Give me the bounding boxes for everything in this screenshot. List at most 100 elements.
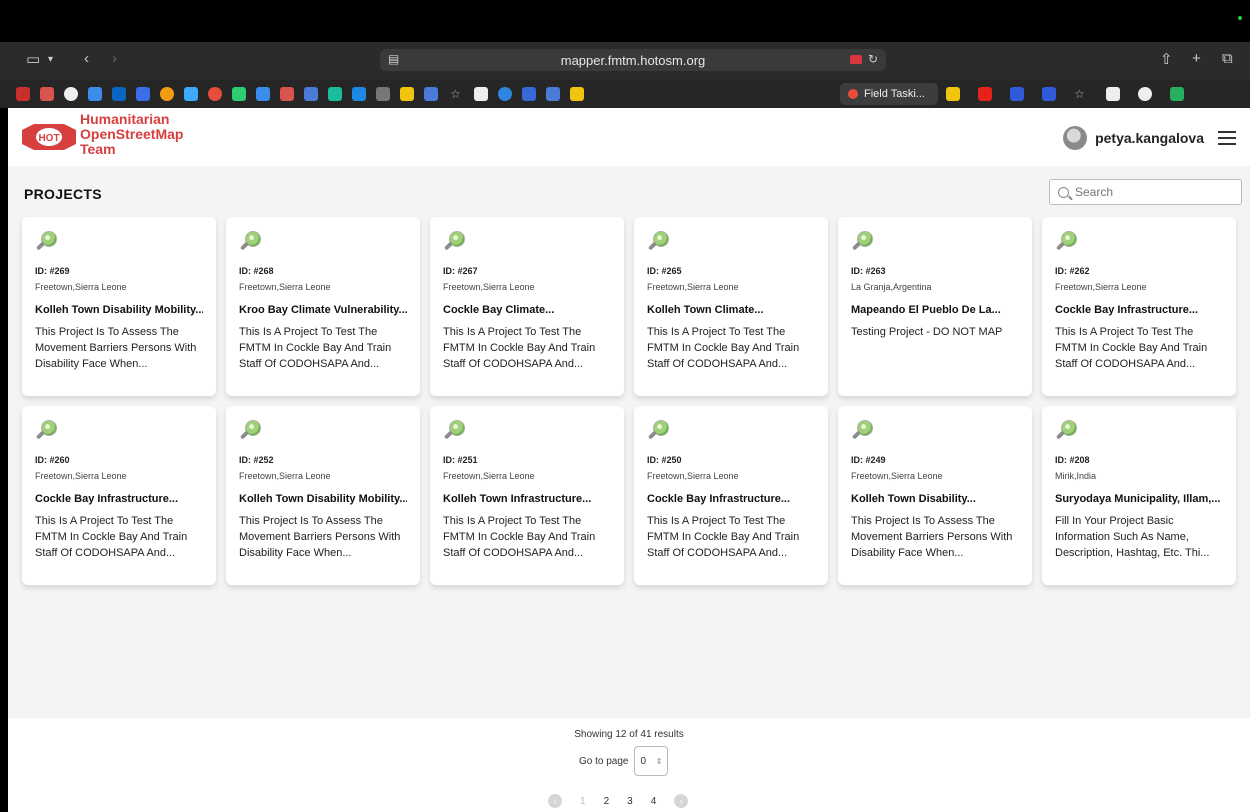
app-page: HOT Humanitarian OpenStreetMap Team pety… [8, 108, 1250, 812]
github-bookmark-icon[interactable] [64, 87, 78, 101]
project-card[interactable]: ID: #268 Freetown,Sierra Leone Kroo Bay Cl… [226, 217, 420, 396]
back-icon[interactable]: ‹ [84, 50, 89, 67]
username[interactable]: petya.kangalova [1095, 130, 1204, 146]
active-tab-label: Field Taski... [864, 88, 925, 100]
user-menu[interactable]: petya.kangalova [1063, 126, 1236, 150]
bookmark-icon[interactable] [40, 87, 54, 101]
goto-page-input[interactable]: 0 ⇕ [634, 746, 669, 776]
bookmark-icon[interactable] [232, 87, 246, 101]
page-number[interactable]: 1 [580, 796, 586, 807]
gmail-bookmark-icon[interactable] [16, 87, 30, 101]
hamburger-menu-icon[interactable] [1218, 131, 1236, 145]
project-card[interactable]: ID: #265 Freetown,Sierra Leone Kolleh Town… [634, 217, 828, 396]
status-dot [1238, 16, 1242, 20]
logo-line: OpenStreetMap [80, 126, 184, 142]
project-id: ID: #250 [647, 455, 682, 465]
docs-bookmark-icon[interactable] [424, 87, 438, 101]
project-description: This Is A Project To Test The FMTM In Co… [443, 515, 596, 559]
map-search-icon [239, 231, 261, 253]
project-description: Testing Project - DO NOT MAP [851, 326, 1003, 338]
calendar-bookmark-icon[interactable] [522, 87, 536, 101]
bookmark-icon[interactable] [1042, 87, 1056, 101]
reload-icon[interactable]: ↻ [868, 52, 878, 66]
logo-badge-text: HOT [38, 133, 59, 144]
bookmark-icon[interactable] [328, 87, 342, 101]
bookmark-icon[interactable] [1170, 87, 1184, 101]
project-card[interactable]: ID: #263 La Granja,Argentina Mapeando El P… [838, 217, 1032, 396]
project-id: ID: #262 [1055, 266, 1090, 276]
project-card[interactable]: ID: #269 Freetown,Sierra Leone Kolleh Town… [22, 217, 216, 396]
page-info-icon[interactable]: ▤ [388, 52, 399, 66]
bookmark-icon[interactable] [946, 87, 960, 101]
star-icon[interactable]: ☆ [450, 87, 464, 101]
active-bookmark-tab[interactable]: Field Taski... [840, 83, 938, 105]
recording-icon[interactable] [849, 54, 862, 64]
url-text: mapper.fmtm.hotosm.org [560, 52, 706, 68]
project-description: This Is A Project To Test The FMTM In Co… [1055, 326, 1208, 370]
goto-page: Go to page 0 ⇕ [579, 746, 669, 776]
drive-bookmark-icon[interactable] [88, 87, 102, 101]
search-input[interactable] [1075, 185, 1225, 199]
logo-text[interactable]: Humanitarian OpenStreetMap Team [80, 112, 183, 157]
project-card[interactable]: ID: #251 Freetown,Sierra Leone Kolleh Town… [430, 406, 624, 585]
map-search-icon [647, 231, 669, 253]
chevron-down-icon[interactable]: ▾ [48, 54, 53, 65]
map-search-icon [1055, 231, 1077, 253]
hot-logo-icon[interactable]: HOT [20, 122, 78, 152]
results-count: Showing 12 of 41 results [574, 729, 684, 740]
next-page-button[interactable]: › [674, 794, 689, 808]
bookmark-icon[interactable] [498, 87, 512, 101]
project-card[interactable]: ID: #252 Freetown,Sierra Leone Kolleh Town… [226, 406, 420, 585]
project-id: ID: #267 [443, 266, 478, 276]
page-number[interactable]: 4 [651, 796, 657, 807]
linkedin-bookmark-icon[interactable] [112, 87, 126, 101]
project-id: ID: #249 [851, 455, 886, 465]
project-title: Cockle Bay Infrastructure... [35, 493, 179, 505]
project-title: Cockle Bay Infrastructure... [647, 493, 791, 505]
project-location: Freetown,Sierra Leone [851, 471, 943, 481]
star-icon[interactable]: ☆ [1074, 87, 1088, 101]
project-card[interactable]: ID: #208 Mirik,India Suryodaya Municipalit… [1042, 406, 1236, 585]
tab-overview-icon[interactable]: ⧉ [1222, 50, 1233, 67]
bookmark-icon[interactable] [1138, 87, 1152, 101]
page-number[interactable]: 3 [627, 796, 633, 807]
project-card[interactable]: ID: #267 Freetown,Sierra Leone Cockle Bay … [430, 217, 624, 396]
page-number[interactable]: 2 [604, 796, 610, 807]
bookmark-icon[interactable] [280, 87, 294, 101]
bookmark-icon[interactable] [474, 87, 488, 101]
prev-page-button[interactable]: ‹ [548, 794, 562, 808]
youtube-bookmark-icon[interactable] [978, 87, 992, 101]
bookmark-icon[interactable] [376, 87, 390, 101]
projects-grid: ID: #269 Freetown,Sierra Leone Kolleh Town… [22, 217, 1236, 585]
new-tab-icon[interactable]: + [1192, 50, 1201, 67]
map-search-icon [443, 231, 465, 253]
box-bookmark-icon[interactable] [352, 87, 366, 101]
bookmark-icon[interactable] [136, 87, 150, 101]
bookmark-icon[interactable] [160, 87, 174, 101]
bookmark-icon[interactable] [184, 87, 198, 101]
drive-bookmark-icon[interactable] [256, 87, 270, 101]
docs-bookmark-icon[interactable] [304, 87, 318, 101]
bookmark-icon[interactable] [570, 87, 584, 101]
sidebar-toggle-icon[interactable]: ▭ [26, 50, 40, 68]
project-card[interactable]: ID: #260 Freetown,Sierra Leone Cockle Bay … [22, 406, 216, 585]
project-card[interactable]: ID: #249 Freetown,Sierra Leone Kolleh Town… [838, 406, 1032, 585]
avatar[interactable] [1063, 126, 1088, 150]
tab-favicon-icon [848, 89, 858, 99]
bookmark-icon[interactable] [208, 87, 222, 101]
window-top-band [0, 0, 1250, 42]
project-title: Kolleh Town Disability Mobility... [239, 493, 407, 505]
stepper-icon[interactable]: ⇕ [656, 757, 663, 766]
project-id: ID: #269 [35, 266, 70, 276]
forward-icon[interactable]: › [112, 50, 117, 67]
search-box[interactable] [1049, 179, 1242, 205]
share-icon[interactable]: ⇧ [1160, 50, 1173, 68]
slides-bookmark-icon[interactable] [400, 87, 414, 101]
docs-bookmark-icon[interactable] [546, 87, 560, 101]
bookmark-icon[interactable] [1010, 87, 1024, 101]
project-card[interactable]: ID: #250 Freetown,Sierra Leone Cockle Bay … [634, 406, 828, 585]
project-card[interactable]: ID: #262 Freetown,Sierra Leone Cockle Bay … [1042, 217, 1236, 396]
project-location: Freetown,Sierra Leone [239, 282, 331, 292]
bookmark-icon[interactable] [1106, 87, 1120, 101]
address-bar[interactable]: ▤ mapper.fmtm.hotosm.org ↻ [380, 49, 886, 71]
